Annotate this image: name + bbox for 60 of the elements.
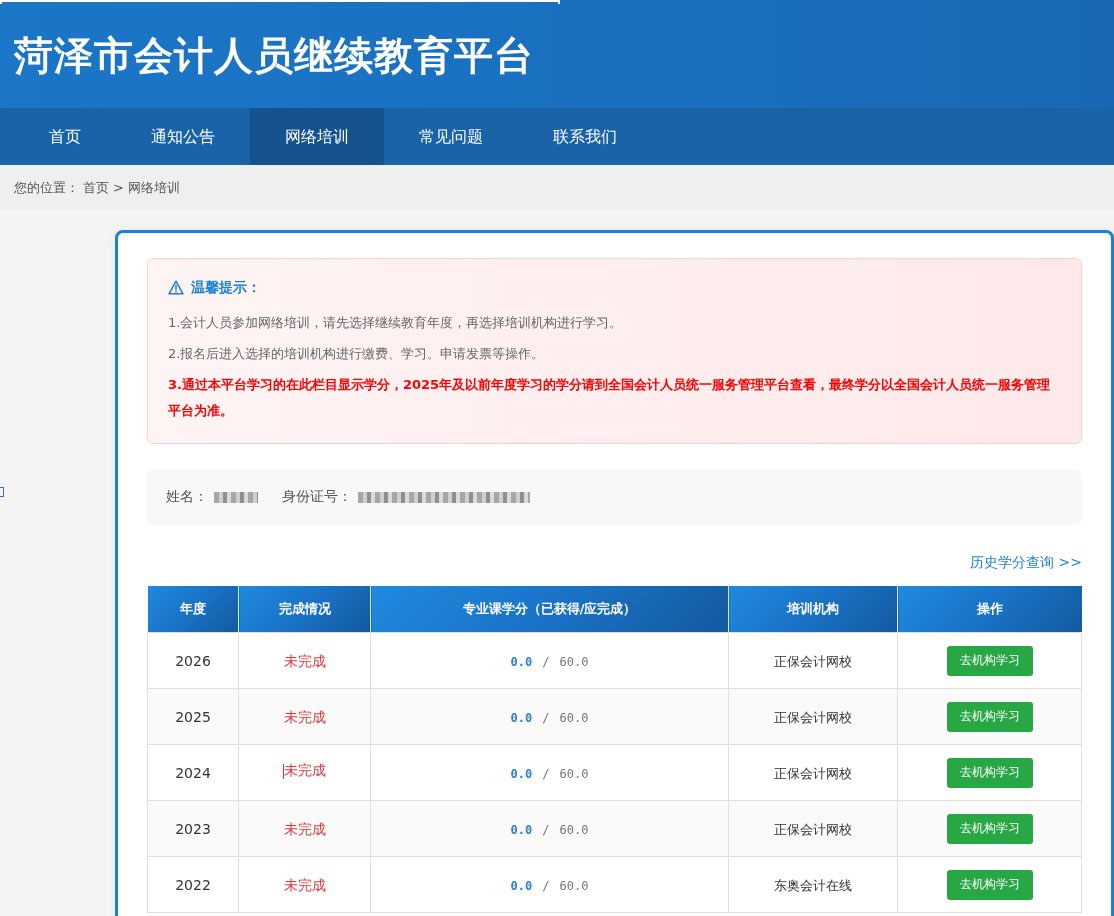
notice-title: 温馨提示： [191, 278, 261, 297]
earned-credits: 0.0 [510, 711, 533, 725]
nav-item[interactable]: 通知公告 [116, 108, 250, 165]
year-cell: 2023 [147, 800, 239, 857]
earned-credits: 0.0 [510, 655, 533, 669]
required-credits: 60.0 [559, 767, 589, 781]
notice-text: 3.通过本平台学习的在此栏目显示学分，2025年及以前年度学习的学分请到全国会计人员统一服务管理平台查看，最终学分以全国会计人员统一服务管理平台为准。 [168, 376, 1052, 420]
status-text: 未完成 [283, 652, 326, 671]
column-header: 专业课学分（已获得/应完成） [370, 586, 729, 633]
go-study-button[interactable]: 去机构学习 [946, 645, 1033, 676]
year-cell: 2025 [147, 688, 239, 745]
institution-cell: 正保会计网校 [728, 688, 898, 745]
institution-cell: 正保会计网校 [728, 744, 898, 801]
go-study-button[interactable]: 去机构学习 [946, 757, 1033, 788]
breadcrumb-link[interactable]: 首页 [83, 178, 109, 197]
nav-item[interactable]: 网络培训 [250, 108, 384, 165]
breadcrumb-separator: > [113, 180, 124, 195]
notice-text: 1.会计人员参加网络培训，请先选择继续教育年度，再选择培训机构进行学习。 [168, 314, 624, 332]
required-credits: 60.0 [559, 823, 589, 837]
credit-separator: / [542, 655, 550, 669]
go-study-button[interactable]: 去机构学习 [946, 813, 1033, 844]
column-header: 操作 [897, 586, 1082, 633]
blurred-name-block [214, 491, 258, 503]
earned-credits: 0.0 [510, 767, 533, 781]
breadcrumb-current: 网络培训 [127, 178, 180, 197]
year-cell: 2024 [147, 744, 239, 801]
status-text: 未完成 [284, 762, 326, 781]
go-study-button[interactable]: 去机构学习 [946, 701, 1033, 732]
institution-cell: 东奥会计在线 [728, 856, 898, 913]
required-credits: 60.0 [559, 655, 589, 669]
site-title: 菏泽市会计人员继续教育平台 [13, 32, 534, 80]
warning-icon [168, 279, 184, 295]
notice-text: 2.报名后进入选择的培训机构进行缴费、学习。申请发票等操作。 [168, 345, 546, 363]
required-credits: 60.0 [559, 879, 589, 893]
column-header: 培训机构 [728, 586, 898, 633]
year-cell: 2026 [147, 632, 239, 689]
earned-credits: 0.0 [510, 879, 533, 893]
credit-separator: / [542, 767, 550, 781]
nav-item[interactable]: 首页 [14, 108, 116, 165]
credit-separator: / [542, 823, 550, 837]
required-credits: 60.0 [559, 711, 589, 725]
go-study-button[interactable]: 去机构学习 [946, 869, 1033, 900]
institution-cell: 正保会计网校 [728, 800, 898, 857]
credit-separator: / [542, 711, 550, 725]
earned-credits: 0.0 [510, 823, 533, 837]
nav-item[interactable]: 常见问题 [384, 108, 518, 165]
breadcrumb-prefix: 您的位置： [14, 178, 79, 197]
status-text: 未完成 [283, 876, 326, 895]
nav-item[interactable]: 联系我们 [518, 108, 652, 165]
status-text: 未完成 [283, 820, 326, 839]
institution-cell: 正保会计网校 [728, 632, 898, 689]
credit-separator: / [542, 879, 550, 893]
year-cell: 2022 [147, 856, 239, 913]
history-credits-link[interactable]: 历史学分查询 >> [970, 552, 1082, 572]
field-label: 姓名： [166, 488, 208, 506]
column-header: 完成情况 [238, 586, 371, 633]
square-outline-icon [0, 487, 4, 497]
column-header: 年度 [147, 586, 239, 633]
field-label: 身份证号： [282, 488, 352, 506]
status-text: 未完成 [283, 708, 326, 727]
